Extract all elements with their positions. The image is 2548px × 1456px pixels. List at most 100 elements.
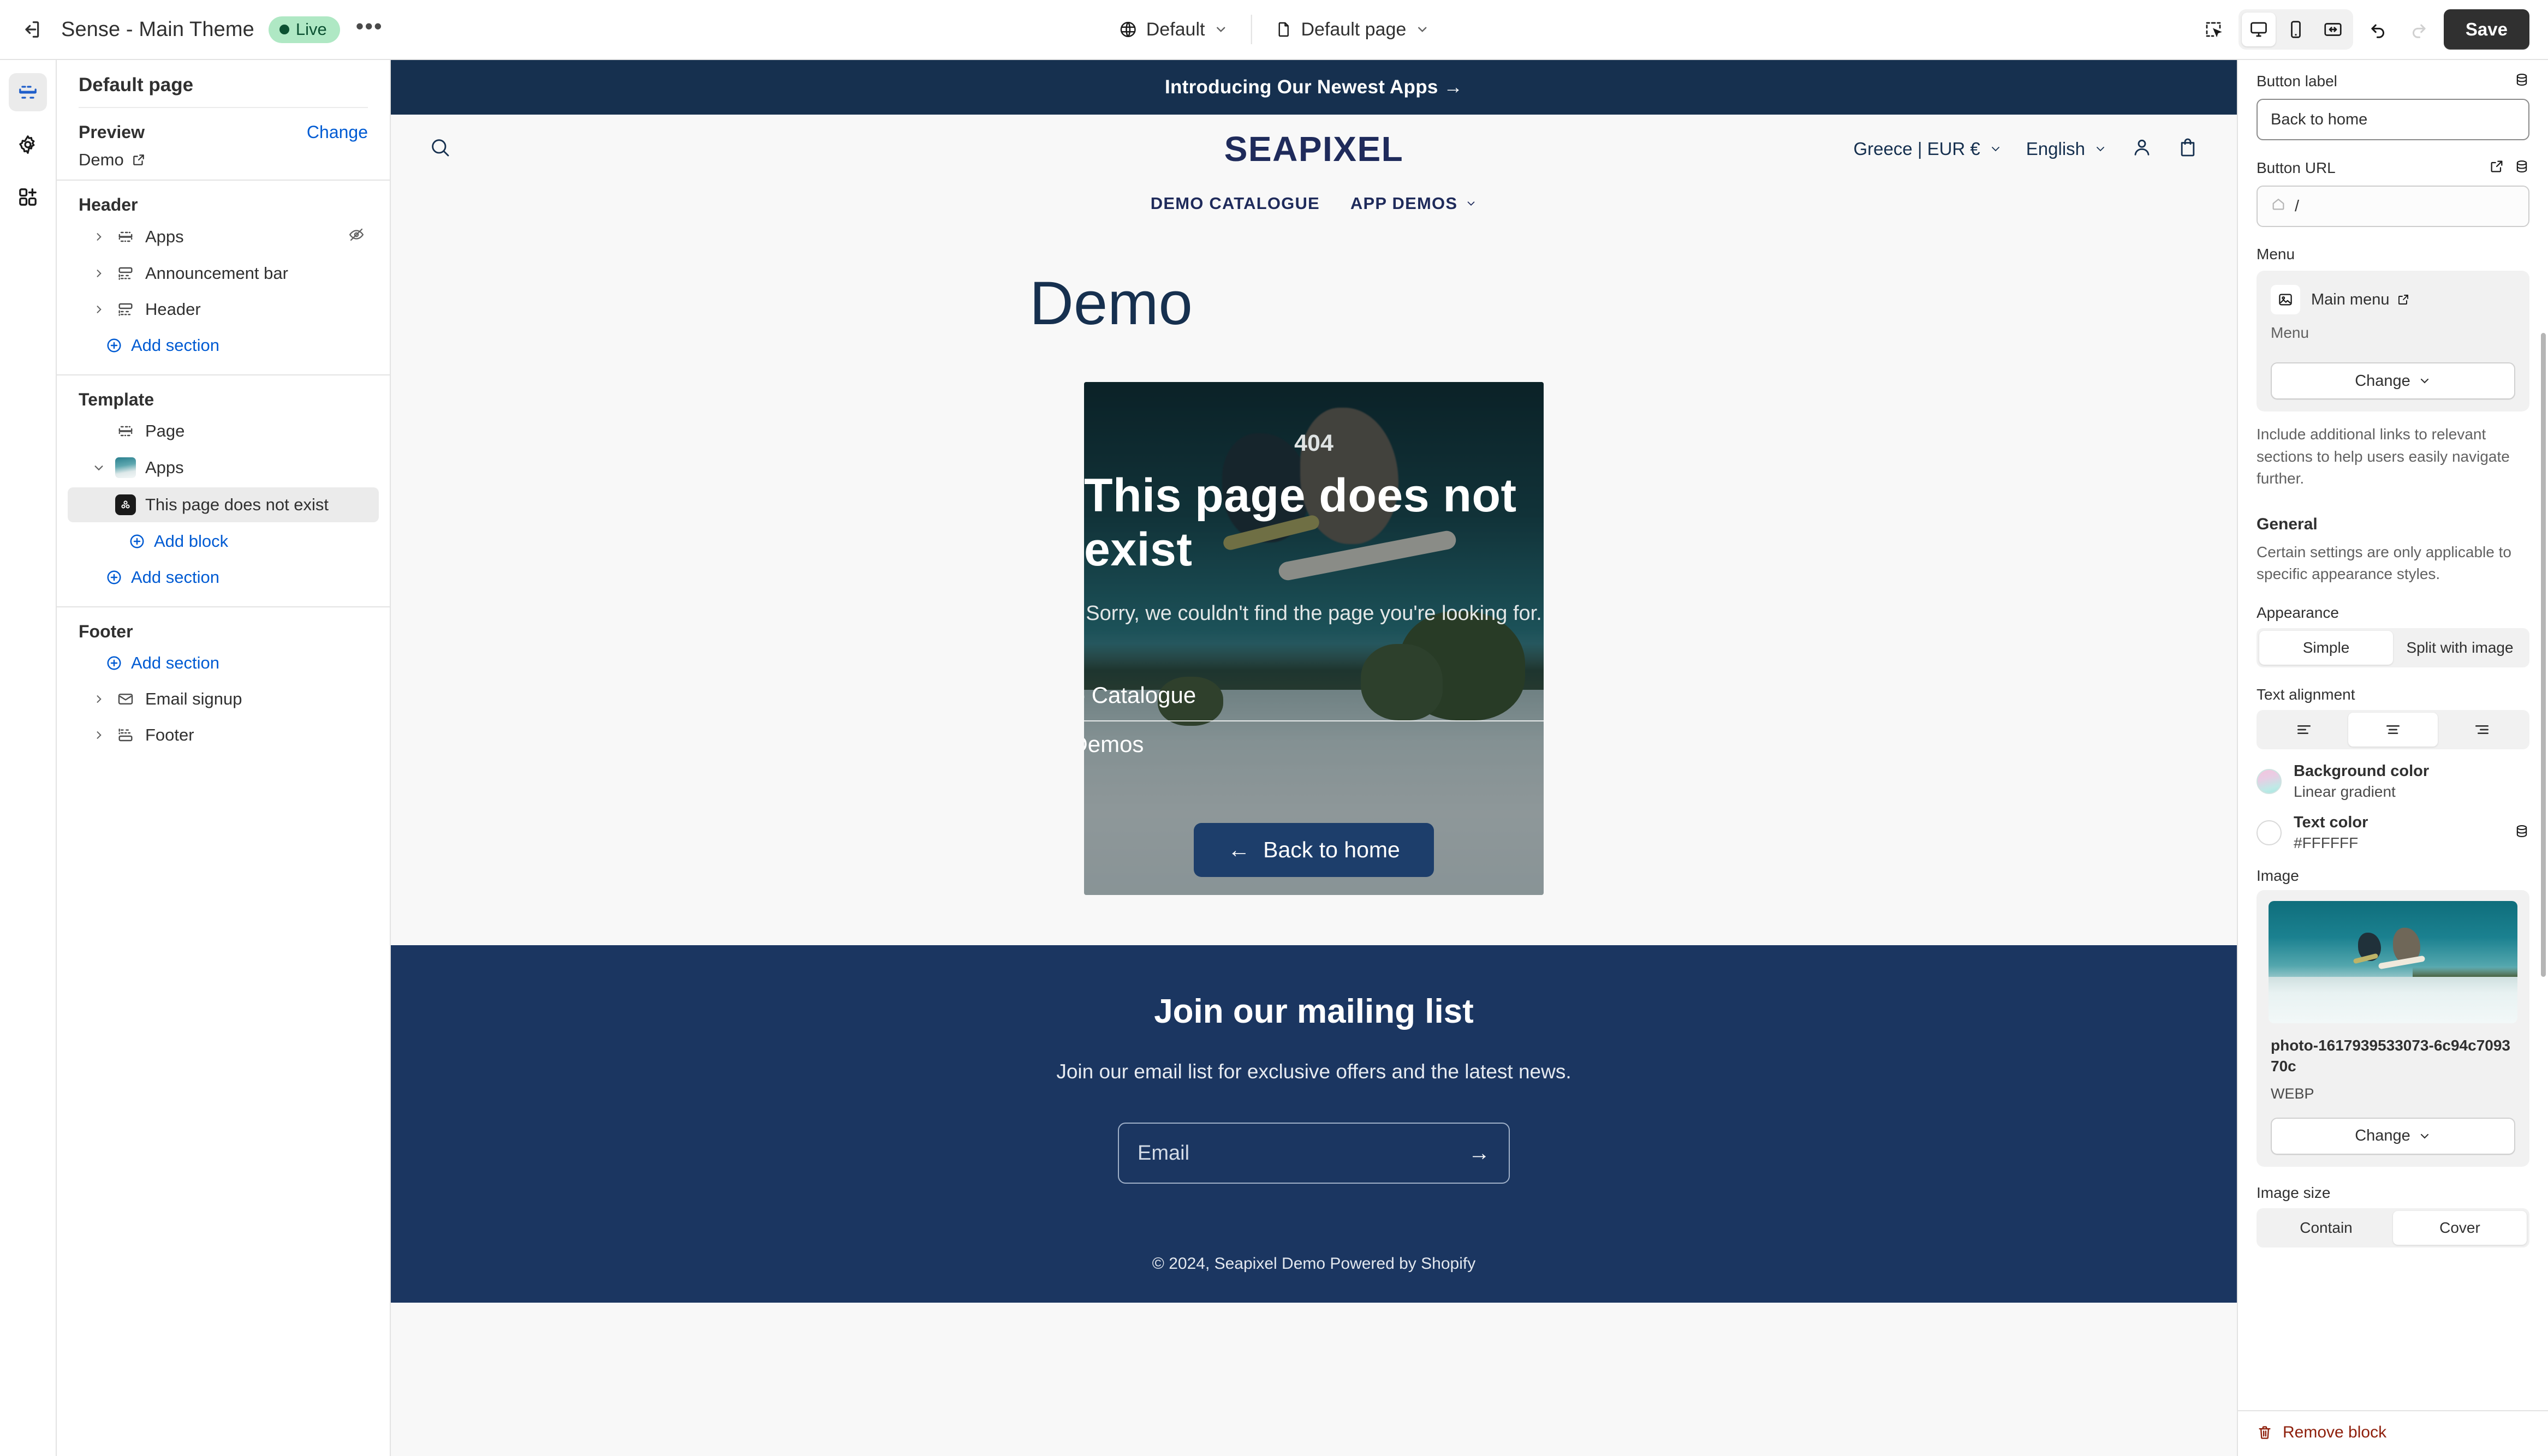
language-selector[interactable]: English bbox=[2026, 139, 2107, 159]
top-bar-center: Default Default page bbox=[1109, 14, 1439, 46]
chevron-right-icon[interactable] bbox=[92, 730, 106, 741]
sidebar-item-footer[interactable]: Footer bbox=[68, 718, 379, 752]
inspector-scrollbar[interactable] bbox=[2541, 333, 2546, 977]
appearance-option-split-with-image[interactable]: Split with image bbox=[2393, 631, 2527, 665]
market-selector[interactable]: Default bbox=[1109, 14, 1238, 46]
preview-change-link[interactable]: Change bbox=[307, 122, 368, 142]
inspector-icon[interactable] bbox=[2198, 14, 2229, 45]
image-icon bbox=[2271, 285, 2300, 314]
hero-link-app-demos[interactable]: App Demos › bbox=[1084, 721, 1544, 769]
add-section-header-button[interactable]: Add section bbox=[68, 329, 379, 362]
storefront-preview: Introducing Our Newest Apps → SEAPIXEL G… bbox=[391, 60, 2237, 1456]
appearance-option-simple[interactable]: Simple bbox=[2259, 630, 2393, 665]
status-label: Live bbox=[295, 19, 327, 39]
group-title-template: Template bbox=[79, 390, 154, 409]
chevron-right-icon[interactable] bbox=[92, 231, 106, 242]
error-subtext: Sorry, we couldn't find the page you're … bbox=[1086, 602, 1542, 625]
image-change-button[interactable]: Change bbox=[2271, 1117, 2515, 1155]
button-url-input[interactable]: / bbox=[2257, 186, 2529, 227]
background-color-swatch[interactable] bbox=[2257, 768, 2282, 794]
preview-label: Preview bbox=[79, 122, 145, 142]
dynamic-source-icon[interactable] bbox=[2514, 824, 2529, 842]
mobile-icon[interactable] bbox=[2279, 13, 2313, 46]
chevron-right-icon[interactable] bbox=[92, 694, 106, 705]
chevron-right-icon[interactable] bbox=[92, 304, 106, 315]
cart-icon[interactable] bbox=[2177, 136, 2199, 161]
align-center-icon[interactable] bbox=[2348, 712, 2438, 747]
button-label-input[interactable]: Back to home bbox=[2257, 99, 2529, 140]
menu-help-text: Include additional links to relevant sec… bbox=[2257, 426, 2510, 487]
newsletter-submit-icon[interactable]: → bbox=[1468, 1141, 1490, 1166]
image-card: photo-1617939533073-6c94c709370c WEBP Ch… bbox=[2257, 890, 2529, 1167]
search-icon[interactable] bbox=[429, 136, 451, 161]
nav-link-label: APP DEMOS bbox=[1350, 194, 1458, 213]
align-right-icon[interactable] bbox=[2438, 713, 2527, 747]
sidebar-item-header[interactable]: Header bbox=[68, 293, 379, 326]
sidebar-item-email-signup[interactable]: Email signup bbox=[68, 682, 379, 716]
sidebar-item-page[interactable]: Page bbox=[68, 414, 379, 448]
appearance-segmented-control: Simple Split with image bbox=[2257, 628, 2529, 667]
dynamic-source-icon[interactable] bbox=[2514, 72, 2529, 90]
hero-link-label: Demo Catalogue bbox=[1084, 682, 1196, 708]
ellipsis-icon[interactable]: ••• bbox=[354, 14, 385, 45]
error-heading: This page does not exist bbox=[1084, 469, 1517, 576]
save-button[interactable]: Save bbox=[2443, 9, 2529, 50]
menu-name[interactable]: Main menu bbox=[2311, 291, 2410, 309]
general-heading: General bbox=[2257, 515, 2318, 533]
theme-title: Sense - Main Theme bbox=[61, 17, 254, 41]
align-left-icon[interactable] bbox=[2259, 713, 2348, 747]
fullwidth-icon[interactable] bbox=[2316, 13, 2350, 46]
text-alignment-segmented-control bbox=[2257, 709, 2529, 749]
hero-link-demo-catalogue[interactable]: Demo Catalogue › bbox=[1084, 672, 1544, 721]
undo-icon[interactable] bbox=[2363, 14, 2394, 45]
button-url-value: / bbox=[2295, 197, 2300, 215]
text-color-swatch[interactable] bbox=[2257, 820, 2282, 845]
sections-icon[interactable] bbox=[9, 73, 47, 111]
image-thumbnail bbox=[2269, 900, 2517, 1023]
image-size-option-cover[interactable]: Cover bbox=[2393, 1210, 2527, 1245]
nav-link-demo-catalogue[interactable]: DEMO CATALOGUE bbox=[1151, 194, 1320, 213]
page-selector-label: Default page bbox=[1301, 19, 1407, 40]
remove-block-button[interactable]: Remove block bbox=[2257, 1423, 2529, 1442]
redo-icon bbox=[2403, 14, 2434, 45]
image-size-option-contain[interactable]: Contain bbox=[2259, 1211, 2393, 1245]
nav-link-app-demos[interactable]: APP DEMOS bbox=[1350, 194, 1477, 213]
chevron-down-icon bbox=[2097, 146, 2104, 151]
error-hero-section[interactable]: 404 This page does not exist Sorry, we c… bbox=[1084, 382, 1544, 895]
back-to-home-button[interactable]: ← Back to home bbox=[1194, 823, 1434, 877]
country-currency-label: Greece | EUR € bbox=[1853, 138, 1980, 159]
dynamic-source-icon[interactable] bbox=[2514, 159, 2529, 177]
menu-change-button[interactable]: Change bbox=[2271, 362, 2515, 399]
apps-add-icon[interactable] bbox=[9, 178, 47, 216]
country-currency-selector[interactable]: Greece | EUR € bbox=[1853, 139, 2002, 159]
chevron-right-icon[interactable] bbox=[92, 268, 106, 279]
add-section-footer-button[interactable]: Add section bbox=[68, 646, 379, 680]
image-size-segmented-control: Contain Cover bbox=[2257, 1208, 2529, 1248]
image-setting: Image photo-1617939533073-6c94c709370c W… bbox=[2238, 852, 2548, 1248]
eye-off-icon[interactable] bbox=[348, 226, 365, 247]
add-block-button[interactable]: Add block bbox=[68, 524, 379, 558]
sidebar-item-announcement-bar[interactable]: Announcement bar bbox=[68, 256, 379, 290]
add-block-label: Add block bbox=[154, 532, 229, 551]
text-color-value: #FFFFFF bbox=[2294, 834, 2359, 851]
storefront-header: SEAPIXEL Greece | EUR € English DEMO CAT… bbox=[391, 115, 2237, 213]
sidebar-item-apps-header[interactable]: Apps bbox=[68, 219, 379, 254]
external-link-icon[interactable] bbox=[2489, 159, 2504, 177]
email-input[interactable] bbox=[1138, 1141, 1468, 1165]
chevron-down-icon[interactable] bbox=[92, 462, 106, 474]
gear-icon[interactable] bbox=[9, 126, 47, 164]
storefront-logo[interactable]: SEAPIXEL bbox=[1224, 129, 1404, 169]
preview-value[interactable]: Demo bbox=[79, 150, 368, 170]
add-section-template-button[interactable]: Add section bbox=[68, 560, 379, 594]
announcement-bar[interactable]: Introducing Our Newest Apps → bbox=[391, 60, 2237, 115]
exit-icon[interactable] bbox=[16, 14, 47, 45]
group-title-footer: Footer bbox=[79, 622, 133, 641]
sidebar-item-apps-template[interactable]: Apps bbox=[68, 450, 379, 485]
external-link-icon bbox=[2398, 295, 2409, 305]
desktop-icon[interactable] bbox=[2241, 13, 2276, 46]
background-color-setting[interactable]: Background color Linear gradient bbox=[2257, 762, 2529, 801]
text-color-setting[interactable]: Text color #FFFFFF bbox=[2257, 814, 2529, 852]
sidebar-item-this-page-does-not-exist[interactable]: This page does not exist bbox=[68, 487, 379, 522]
person-icon[interactable] bbox=[2131, 136, 2153, 161]
page-selector[interactable]: Default page bbox=[1265, 14, 1439, 46]
